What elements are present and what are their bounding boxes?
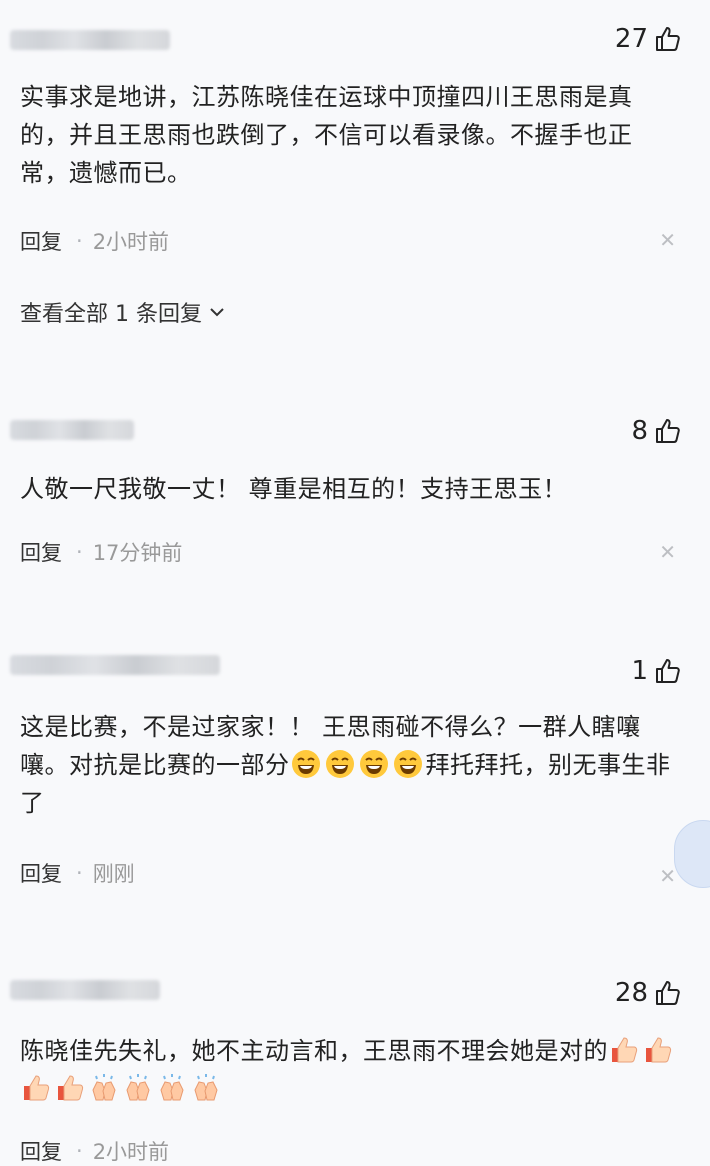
like-count: 28 — [614, 978, 648, 1008]
separator-dot: · — [76, 1139, 83, 1163]
thumbs-up-emoji — [642, 1037, 676, 1065]
comment-text: 人敬一尺我敬一丈！ 尊重是相互的！支持王思玉！ — [20, 475, 568, 503]
comment-meta: 回复 · 2小时前 — [20, 226, 169, 256]
reply-button[interactable]: 回复 — [20, 537, 62, 567]
comment-time: 2小时前 — [92, 230, 170, 254]
like-button[interactable]: 1 — [631, 656, 682, 686]
comment-text: 陈晓佳先失礼，她不主动言和，王思雨不理会她是对的 — [20, 1032, 680, 1108]
clapping-hands-emoji — [122, 1074, 156, 1103]
like-button[interactable]: 8 — [631, 416, 682, 446]
close-icon[interactable]: ✕ — [659, 540, 676, 564]
clapping-hands-emoji — [88, 1074, 122, 1103]
comment-meta: 回复 · 17分钟前 — [20, 537, 182, 567]
view-all-replies-button[interactable]: 查看全部 1 条回复 — [20, 296, 226, 328]
separator-dot: · — [76, 540, 83, 564]
blurred-username — [10, 30, 170, 50]
clapping-hands-emoji — [190, 1074, 224, 1103]
view-all-replies-label: 查看全部 1 条回复 — [20, 302, 202, 327]
separator-dot: · — [76, 861, 83, 885]
clapping-hands-emoji — [156, 1074, 190, 1103]
reply-button[interactable]: 回复 — [20, 1136, 62, 1166]
like-count: 27 — [614, 24, 648, 54]
comment-meta: 回复 · 2小时前 — [20, 1136, 169, 1166]
reply-button[interactable]: 回复 — [20, 858, 62, 888]
like-button[interactable]: 28 — [615, 978, 682, 1008]
thumbs-up-emoji — [20, 1075, 54, 1103]
thumbs-up-icon — [656, 659, 680, 683]
laughing-face-emoji — [290, 750, 324, 779]
like-button[interactable]: 27 — [615, 24, 682, 54]
laughing-face-emoji — [392, 750, 426, 779]
comment-meta: 回复 · 刚刚 — [20, 858, 135, 888]
thumbs-up-icon — [656, 27, 680, 51]
close-icon[interactable]: ✕ — [659, 228, 676, 252]
laughing-face-emoji — [324, 750, 358, 779]
blurred-username — [10, 980, 160, 1000]
comment-text: 实事求是地讲，江苏陈晓佳在运球中顶撞四川王思雨是真的，并且王思雨也跌倒了，不信可… — [20, 83, 633, 187]
thumbs-up-emoji — [54, 1075, 88, 1103]
comment-time: 17分钟前 — [92, 541, 183, 565]
blurred-username — [10, 655, 220, 675]
reply-button[interactable]: 回复 — [20, 226, 62, 256]
close-icon[interactable]: ✕ — [659, 864, 676, 888]
thumbs-up-icon — [656, 981, 680, 1005]
chevron-down-icon — [210, 308, 224, 317]
comment-time: 2小时前 — [92, 1140, 170, 1164]
comment-text-part: 陈晓佳先失礼，她不主动言和，王思雨不理会她是对的 — [20, 1037, 608, 1065]
floating-side-handle[interactable] — [674, 820, 710, 888]
blurred-username — [10, 420, 134, 440]
thumbs-up-icon — [656, 419, 680, 443]
separator-dot: · — [76, 229, 83, 253]
laughing-face-emoji — [358, 750, 392, 779]
thumbs-up-emoji — [608, 1037, 642, 1065]
like-count: 8 — [631, 416, 648, 446]
like-count: 1 — [631, 656, 648, 686]
comment-time: 刚刚 — [92, 862, 135, 886]
comment-text: 这是比赛，不是过家家！！ 王思雨碰不得么？一群人瞎嚷嚷。对抗是比赛的一部分 拜托拜… — [20, 708, 680, 822]
